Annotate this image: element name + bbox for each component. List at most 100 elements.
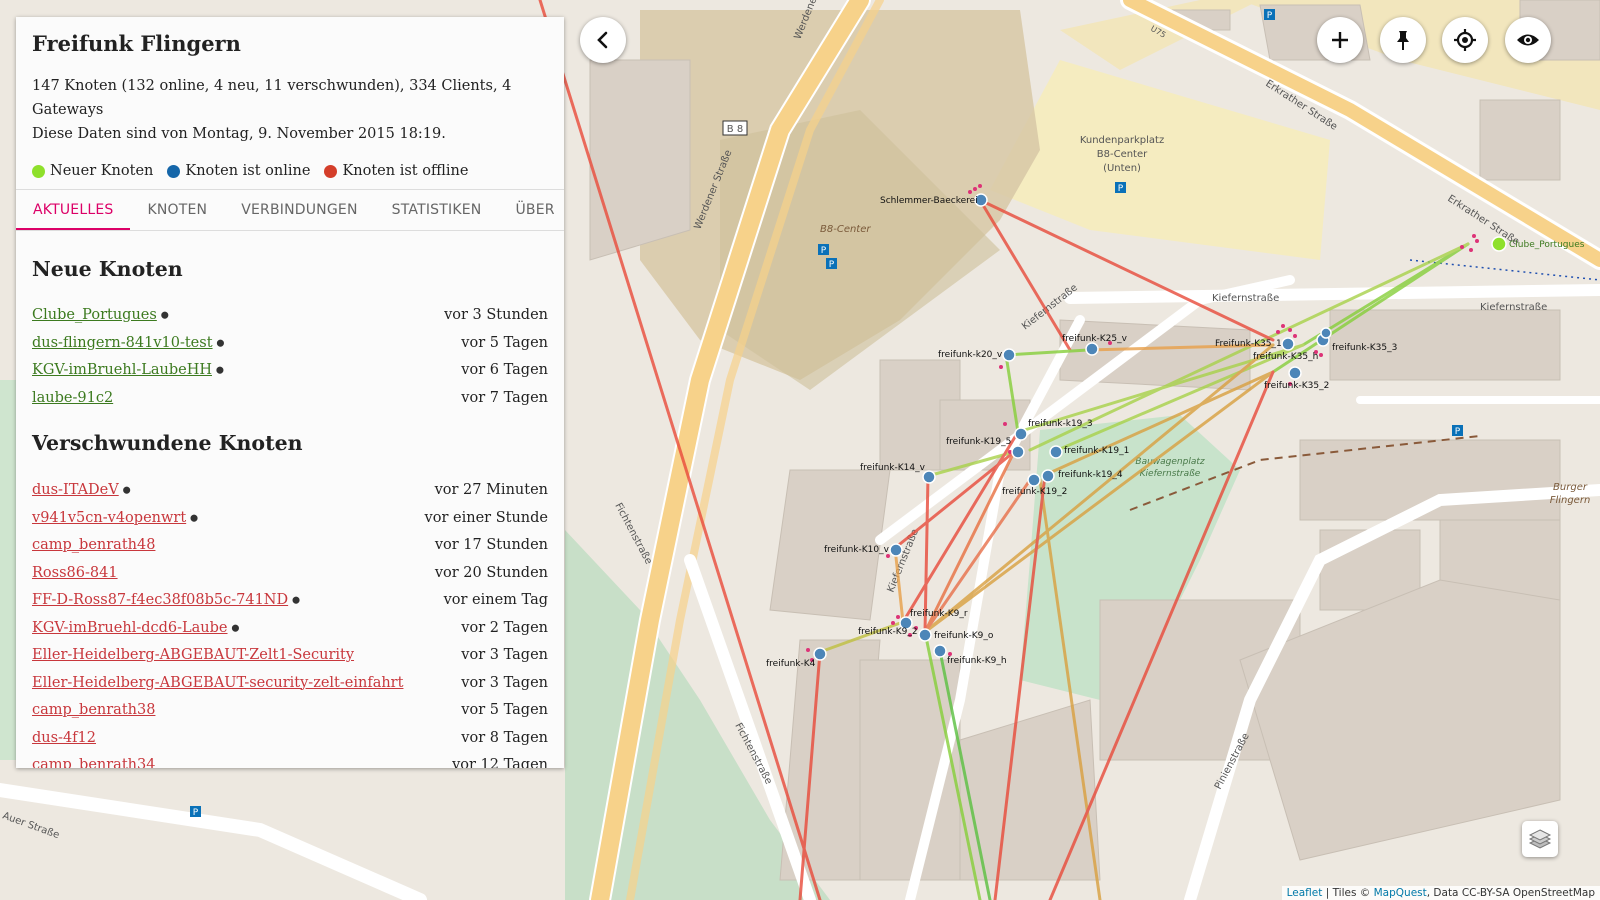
legend: Neuer Knoten Knoten ist online Knoten is… [32,160,548,182]
map-marker-icon[interactable]: ⬤ [292,596,300,604]
map-marker-icon[interactable]: ⬤ [190,514,198,522]
map-marker-icon[interactable]: ⬤ [216,366,224,374]
node-entry: camp_benrath34 [32,757,155,768]
locate-button[interactable] [1442,17,1488,63]
node-entry: Eller-Heidelberg-ABGEBAUT-security-zelt-… [32,675,403,691]
node-entry: KGV-imBruehl-LaubeHH ⬤ [32,362,224,378]
eye-icon [1517,34,1539,46]
node-link[interactable]: Eller-Heidelberg-ABGEBAUT-Zelt1-Security [32,647,354,663]
node-label: Clube_Portugues [1509,240,1585,250]
tab-statistiken[interactable]: STATISTIKEN [375,190,499,230]
node-time: vor einer Stunde [424,509,548,526]
list-item: Eller-Heidelberg-ABGEBAUT-Zelt1-Security… [32,644,548,666]
node-time: vor 3 Stunden [444,307,548,323]
visibility-button[interactable] [1505,17,1551,63]
node-link[interactable]: dus-ITADeV [32,482,119,498]
chevron-left-icon [597,31,608,49]
node-link[interactable]: laube-91c2 [32,390,113,406]
node-time: vor 27 Minuten [434,482,548,498]
tiles-text: | Tiles © [1322,887,1374,899]
map-label-parking3: (Unten) [1103,163,1141,174]
map-label-burger2: Flingern [1550,495,1591,506]
offline-node-dot-icon [324,164,338,178]
node-label: freifunk-K14_v [860,463,926,473]
list-item: Clube_Portugues ⬤ vor 3 Stunden [32,304,548,326]
locate-icon [1454,29,1476,51]
node-entry: Eller-Heidelberg-ABGEBAUT-Zelt1-Security [32,647,354,663]
node-link[interactable]: dus-4f12 [32,730,96,746]
data-text: , Data CC-BY-SA OpenStreetMap [1426,887,1595,899]
list-item: dus-flingern-841v10-test ⬤ vor 5 Tagen [32,332,548,354]
node-link[interactable]: camp_benrath34 [32,757,155,768]
node-entry: camp_benrath48 [32,537,155,553]
node-link[interactable]: camp_benrath48 [32,537,155,553]
zoom-in-button[interactable] [1317,17,1363,63]
map-label-burger1: Burger [1553,482,1588,493]
list-item: Ross86-841 vor 20 Stunden [32,562,548,584]
map-label-kiefern1: Kiefernstraße [1212,293,1279,304]
sidebar-panel: Freifunk Flingern 147 Knoten (132 online… [16,17,564,768]
map-marker-icon[interactable]: ⬤ [232,624,240,632]
list-item: Eller-Heidelberg-ABGEBAUT-security-zelt-… [32,672,548,694]
data-timestamp: Diese Daten sind von Montag, 9. November… [32,126,446,142]
node-link[interactable]: Eller-Heidelberg-ABGEBAUT-security-zelt-… [32,675,403,691]
node-link[interactable]: Ross86-841 [32,565,118,581]
node-label: freifunk-K4 [766,659,816,669]
new-nodes-heading: Neue Knoten [32,257,183,281]
map-label-parking2: B8-Center [1097,149,1148,160]
node-label: freifunk-k19_4 [1058,470,1123,480]
tab-content: Neue Knoten Clube_Portugues ⬤ vor 3 Stunde… [16,231,564,768]
node-label: freifunk-K9_o [934,631,994,641]
list-item: camp_benrath38 vor 5 Tagen [32,699,548,721]
legend-new-label: Neuer Knoten [50,163,154,179]
node-label: freifunk-K19_2 [1002,487,1067,497]
svg-text:P: P [193,808,199,818]
node-link[interactable]: KGV-imBruehl-LaubeHH [32,362,212,378]
node-time: vor 7 Tagen [461,389,548,406]
node-label: freifunk-k19_3 [1028,419,1093,429]
node-entry: dus-4f12 [32,730,96,746]
online-node-dot-icon [167,164,181,178]
mapquest-link[interactable]: MapQuest [1374,887,1427,899]
list-item: KGV-imBruehl-dcd6-Laube ⬤ vor 2 Tagen [32,617,548,639]
node-label: Schlemmer-Baeckerei [880,196,978,206]
node-label: freifunk-K35_3 [1332,343,1397,353]
svg-text:P: P [1455,427,1461,437]
map-label-kiefern2: Kiefernstraße [1480,302,1547,313]
node-label: freifunk-K25_v [1062,334,1128,344]
list-item: dus-ITADeV ⬤ vor 27 Minuten [32,479,548,501]
node-link[interactable]: Clube_Portugues [32,307,157,323]
map-marker-icon[interactable]: ⬤ [161,311,169,319]
tab-verbindungen[interactable]: VERBINDUNGEN [224,190,374,230]
map-marker-icon[interactable]: ⬤ [217,339,225,347]
node-link[interactable]: v941v5cn-v4openwrt [32,510,186,526]
tab-ueber[interactable]: ÜBER [498,190,564,230]
node-entry: laube-91c2 [32,390,113,406]
node-entry: dus-ITADeV ⬤ [32,482,131,498]
node-entry: Ross86-841 [32,565,118,581]
tab-knoten[interactable]: KNOTEN [130,190,224,230]
tab-aktuelles[interactable]: AKTUELLES [16,190,131,230]
node-link[interactable]: KGV-imBruehl-dcd6-Laube [32,620,228,636]
site-title: Freifunk Flingern [32,31,241,56]
node-link[interactable]: dus-flingern-841v10-test [32,335,213,351]
pin-button[interactable] [1380,17,1426,63]
node-entry: dus-flingern-841v10-test ⬤ [32,335,224,351]
node-label: freifunk-K9_h [947,656,1007,666]
layers-button[interactable] [1522,821,1558,857]
node-entry: v941v5cn-v4openwrt ⬤ [32,510,198,526]
node-entry: FF-D-Ross87-f4ec38f08b5c-741ND ⬤ [32,592,300,608]
svg-text:P: P [1267,11,1273,21]
node-time: vor 8 Tagen [461,729,548,746]
node-time: vor 17 Stunden [434,537,548,553]
back-button[interactable] [580,17,626,63]
summary-stats: 147 Knoten (132 online, 4 neu, 11 versch… [32,78,512,118]
map-marker-icon[interactable]: ⬤ [123,486,131,494]
list-item: camp_benrath48 vor 17 Stunden [32,534,548,556]
node-entry: camp_benrath38 [32,702,155,718]
node-time: vor 2 Tagen [461,619,548,636]
node-link[interactable]: camp_benrath38 [32,702,155,718]
pin-icon [1397,31,1409,50]
leaflet-link[interactable]: Leaflet [1287,887,1323,899]
node-link[interactable]: FF-D-Ross87-f4ec38f08b5c-741ND [32,592,288,608]
